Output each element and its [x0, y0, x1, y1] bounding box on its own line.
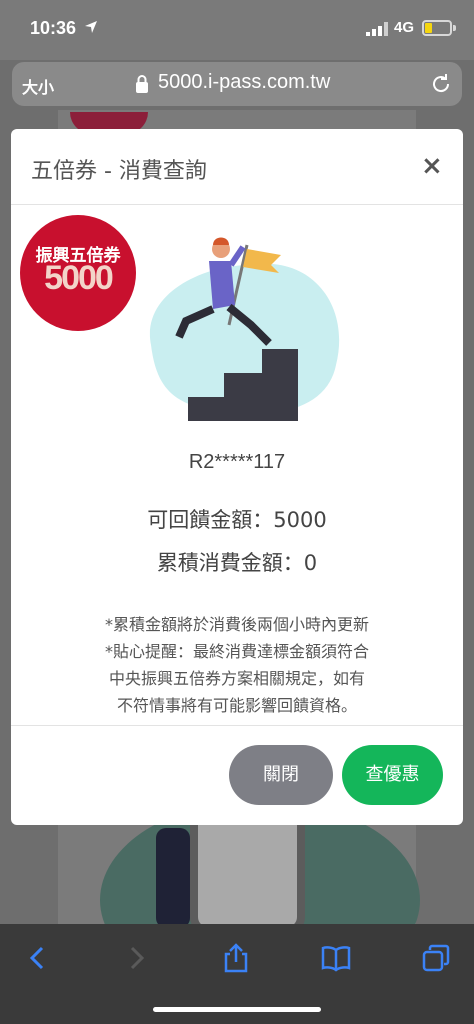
bookmarks-icon[interactable] [320, 942, 352, 974]
battery-icon [422, 20, 452, 36]
lock-icon [136, 75, 148, 93]
card-code: R2*****117 [188, 451, 286, 473]
accumulated-spend: 累積消費金額：0 [156, 551, 318, 575]
modal-header: 五倍券 - 消費查詢 × [11, 129, 463, 205]
back-icon[interactable] [22, 942, 54, 974]
address-bar[interactable]: 大小 5000.i-pass.com.tw [12, 62, 462, 106]
notice-line: *累積金額將於消費後兩個小時內更新 [104, 615, 369, 634]
notice-line: *貼心提醒：最終消費達標金額須符合 [104, 642, 369, 661]
forward-icon[interactable] [120, 942, 152, 974]
close-button[interactable]: 關閉 [229, 745, 333, 805]
notice-line: 不符情事將有可能影響回饋資格。 [116, 696, 357, 715]
location-arrow-icon [85, 21, 97, 33]
url-text[interactable]: 5000.i-pass.com.tw [158, 71, 330, 94]
status-time: 10:36 [30, 18, 77, 38]
query-modal: 五倍券 - 消費查詢 × 振興五倍券 5000 R2*****117 可回饋金額… [11, 129, 463, 825]
logo-number: 5000 [44, 259, 114, 297]
share-icon[interactable] [220, 942, 252, 974]
battery-tip [453, 25, 456, 31]
reload-icon[interactable] [430, 73, 452, 95]
view-offers-button[interactable]: 查優惠 [342, 745, 443, 805]
notice-text: *累積金額將於消費後兩個小時內更新 *貼心提醒：最終消費達標金額須符合 中央振興… [51, 611, 423, 719]
status-bar: 10:36 4G [0, 0, 474, 60]
success-illustration [149, 237, 340, 421]
refund-amount: 可回饋金額：5000 [147, 508, 327, 532]
voucher-logo: 振興五倍券 5000 [20, 215, 136, 331]
background-person [156, 828, 190, 928]
close-icon[interactable]: × [421, 151, 443, 181]
network-type: 4G [394, 19, 415, 36]
signal-icon [366, 22, 388, 36]
tabs-icon[interactable] [420, 942, 452, 974]
notice-line: 中央振興五倍券方案相關規定，如有 [108, 669, 365, 688]
text-size-button[interactable]: 大小 [22, 74, 54, 98]
modal-title: 五倍券 - 消費查詢 [31, 159, 207, 184]
home-indicator [153, 1007, 321, 1012]
